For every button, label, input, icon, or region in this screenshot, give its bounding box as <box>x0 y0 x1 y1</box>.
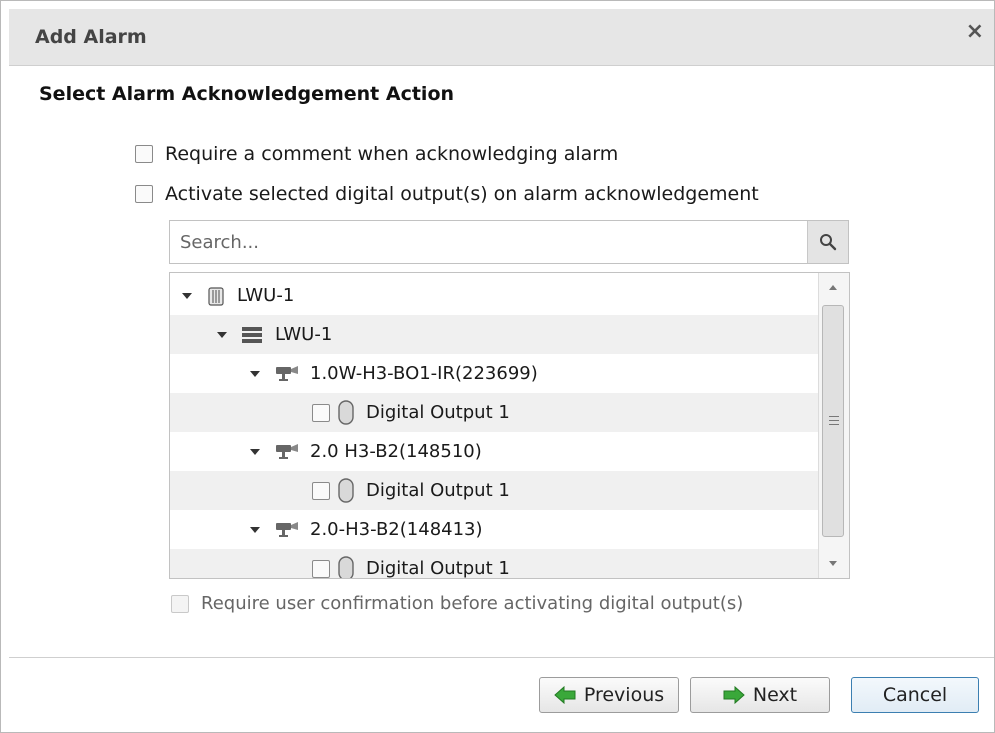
dialog-title: Add Alarm <box>35 26 147 48</box>
search-icon <box>820 234 837 251</box>
search-button[interactable] <box>807 221 848 263</box>
tree-item-camera[interactable]: 2.0 H3-B2(148510) <box>170 432 818 471</box>
next-label: Next <box>752 684 798 706</box>
server-icon <box>241 325 263 345</box>
tree-item-label: 2.0 H3-B2(148510) <box>310 441 482 462</box>
require-confirmation-label: Require user confirmation before activat… <box>201 593 744 614</box>
arrow-right-icon <box>723 686 745 704</box>
arrow-left-icon <box>554 686 576 704</box>
previous-label: Previous <box>583 684 665 706</box>
scroll-up-icon[interactable] <box>829 285 837 290</box>
search-box <box>169 220 849 264</box>
next-button[interactable]: Next <box>690 677 830 713</box>
tree-item-digital-output[interactable]: Digital Output 1 <box>170 549 818 579</box>
activate-outputs-checkbox[interactable] <box>135 185 153 203</box>
tree-item-label: 2.0-H3-B2(148413) <box>310 519 483 540</box>
dialog-titlebar: Add Alarm × <box>9 9 994 66</box>
tree-item-label: Digital Output 1 <box>366 480 510 501</box>
tree-item-label: LWU-1 <box>275 324 333 345</box>
tree-item-server[interactable]: LWU-1 <box>170 315 818 354</box>
digital-output-checkbox[interactable] <box>312 559 330 578</box>
tree-item-site[interactable]: LWU-1 <box>170 276 818 315</box>
device-tree: LWU-1 LWU-1 1.0W-H3-BO1-IR(223699) Digit… <box>169 272 850 579</box>
camera-icon <box>274 442 300 462</box>
digital-output-checkbox[interactable] <box>312 403 330 422</box>
activate-outputs-option[interactable]: Activate selected digital output(s) on a… <box>135 183 759 205</box>
tree-item-label: Digital Output 1 <box>366 558 510 579</box>
search-input[interactable] <box>170 221 808 263</box>
close-icon[interactable]: × <box>966 21 984 43</box>
camera-icon <box>274 520 300 540</box>
expand-arrow-icon[interactable] <box>250 448 260 455</box>
camera-icon <box>274 364 300 384</box>
tree-item-digital-output[interactable]: Digital Output 1 <box>170 471 818 510</box>
require-comment-checkbox[interactable] <box>135 145 153 163</box>
digital-output-checkbox[interactable] <box>312 481 330 500</box>
tree-item-label: 1.0W-H3-BO1-IR(223699) <box>310 363 538 384</box>
require-comment-label: Require a comment when acknowledging ala… <box>165 143 619 165</box>
expand-arrow-icon[interactable] <box>217 331 227 338</box>
tree-item-camera[interactable]: 2.0-H3-B2(148413) <box>170 510 818 549</box>
require-confirmation-option: Require user confirmation before activat… <box>171 593 743 614</box>
digital-output-icon <box>336 399 356 426</box>
footer-divider <box>9 657 994 658</box>
tree-item-camera[interactable]: 1.0W-H3-BO1-IR(223699) <box>170 354 818 393</box>
section-heading: Select Alarm Acknowledgement Action <box>39 83 455 105</box>
digital-output-icon <box>336 477 356 504</box>
expand-arrow-icon[interactable] <box>250 370 260 377</box>
previous-button[interactable]: Previous <box>539 677 679 713</box>
scrollbar-thumb[interactable] <box>822 305 844 537</box>
expand-arrow-icon[interactable] <box>182 292 192 299</box>
cancel-label: Cancel <box>882 684 948 706</box>
add-alarm-dialog: Add Alarm × Select Alarm Acknowledgement… <box>0 0 995 733</box>
activate-outputs-label: Activate selected digital output(s) on a… <box>165 183 759 205</box>
site-icon <box>207 285 225 307</box>
require-comment-option[interactable]: Require a comment when acknowledging ala… <box>135 143 618 165</box>
scroll-down-icon[interactable] <box>829 561 837 566</box>
tree-item-label: LWU-1 <box>237 285 295 306</box>
tree-item-digital-output[interactable]: Digital Output 1 <box>170 393 818 432</box>
digital-output-icon <box>336 555 356 578</box>
expand-arrow-icon[interactable] <box>250 526 260 533</box>
cancel-button[interactable]: Cancel <box>851 677 979 713</box>
require-confirmation-checkbox <box>171 594 189 613</box>
tree-scrollbar[interactable] <box>818 273 849 578</box>
tree-item-label: Digital Output 1 <box>366 402 510 423</box>
